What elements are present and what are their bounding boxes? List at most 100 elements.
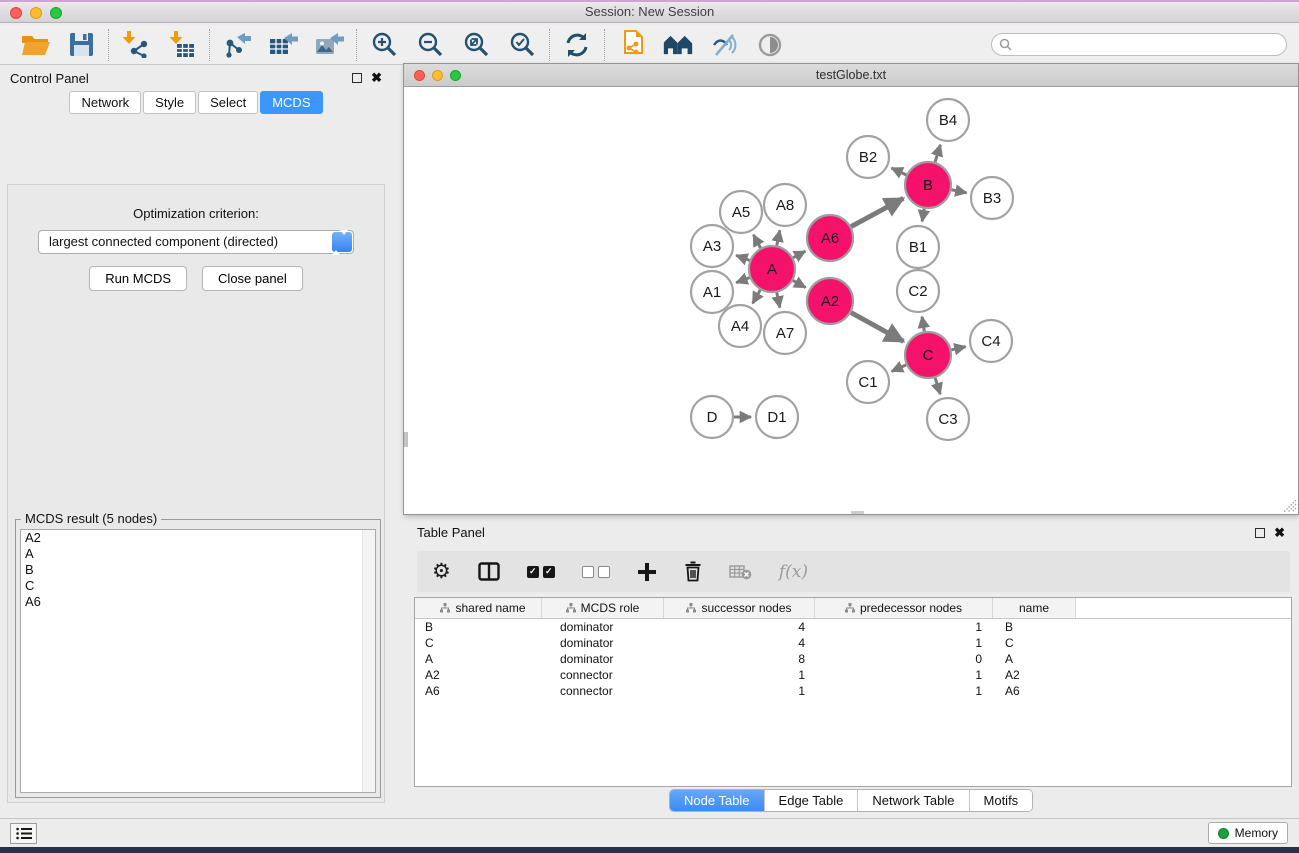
search-box[interactable] — [991, 33, 1287, 56]
graph-edge-B-B3[interactable] — [952, 190, 967, 193]
maximize-view-button[interactable] — [450, 70, 461, 81]
graph-edge-A-A3[interactable] — [736, 255, 749, 260]
close-panel-button[interactable]: Close panel — [202, 266, 303, 291]
tab-style[interactable]: Style — [143, 91, 196, 114]
close-panel-icon[interactable]: ✖ — [1274, 528, 1285, 538]
scrollbar-thumb[interactable] — [851, 511, 864, 514]
scrollbar-thumb[interactable] — [404, 432, 408, 447]
run-mcds-button[interactable]: Run MCDS — [89, 266, 187, 291]
graph-edge-A-A8[interactable] — [777, 230, 780, 245]
graph-edge-C-C2[interactable] — [922, 317, 924, 332]
minimize-view-button[interactable] — [432, 70, 443, 81]
graph-edge-C-C4[interactable] — [951, 347, 965, 350]
column-header-name[interactable]: name — [993, 598, 1076, 618]
resize-grip-icon[interactable] — [1284, 500, 1297, 513]
graph-edge-C-C1[interactable] — [892, 365, 906, 371]
graph-edge-A2-C[interactable] — [851, 313, 903, 342]
network-canvas[interactable]: B4B2BB3A5A8A6B1A3AC2A1A2A4A7C4CC1DD1C3 — [404, 88, 1298, 514]
graph-edge-B-B2[interactable] — [892, 168, 907, 175]
task-history-button[interactable] — [10, 823, 37, 844]
table-row[interactable]: A6connector 11 A6 — [415, 683, 1291, 699]
list-item[interactable]: A6 — [21, 594, 375, 610]
scrollbar-track[interactable] — [362, 530, 375, 792]
column-header-mcds-role[interactable]: MCDS role — [542, 598, 664, 618]
create-column-plus-icon[interactable] — [637, 559, 657, 585]
zoom-selected-icon[interactable] — [507, 31, 537, 59]
home-icon[interactable] — [663, 31, 693, 59]
table-row[interactable]: Cdominator 41 C — [415, 635, 1291, 651]
graph-node-label-C4: C4 — [981, 333, 1000, 350]
import-table-icon[interactable] — [167, 31, 197, 59]
graph-edge-C-C3[interactable] — [935, 378, 940, 394]
graph-node-label-B4: B4 — [939, 112, 957, 129]
table-toolbar: ⚙ ✓✓ f(x) — [417, 551, 1290, 592]
cybrowser-icon[interactable] — [617, 31, 647, 59]
show-columns-icon[interactable] — [478, 559, 500, 585]
tab-node-table[interactable]: Node Table — [670, 790, 765, 811]
tab-motifs[interactable]: Motifs — [970, 790, 1033, 811]
delete-column-trash-icon[interactable] — [684, 559, 702, 585]
minimize-window-button[interactable] — [30, 7, 42, 19]
list-item[interactable]: C — [21, 578, 375, 594]
import-network-icon[interactable] — [121, 31, 151, 59]
table-options-gear-icon[interactable]: ⚙ — [432, 559, 451, 585]
column-header-successor-nodes[interactable]: successor nodes — [664, 598, 815, 618]
graph-edge-B-B4[interactable] — [935, 145, 940, 162]
graph-edge-A-A6[interactable] — [793, 251, 805, 257]
birdseye-icon[interactable] — [755, 31, 785, 59]
column-header-shared-name[interactable]: shared name — [415, 598, 542, 618]
column-type-icon — [440, 603, 450, 613]
list-item[interactable]: A2 — [21, 530, 375, 546]
zoom-in-icon[interactable] — [369, 31, 399, 59]
table-row[interactable]: A2connector 11 A2 — [415, 667, 1291, 683]
export-network-icon[interactable] — [222, 31, 252, 59]
list-item[interactable]: B — [21, 562, 375, 578]
delete-table-icon — [729, 559, 752, 585]
zoom-fit-icon[interactable] — [461, 31, 491, 59]
mcds-result-list[interactable]: A2 A B C A6 — [20, 529, 376, 793]
hide-panels-icon[interactable] — [709, 31, 739, 59]
float-panel-icon[interactable] — [352, 73, 362, 83]
open-session-icon[interactable] — [20, 31, 50, 59]
table-row[interactable]: Adominator 80 A — [415, 651, 1291, 667]
column-header-predecessor-nodes[interactable]: predecessor nodes — [815, 598, 993, 618]
graph-edge-B-B1[interactable] — [922, 209, 924, 222]
graph-edge-A-A7[interactable] — [777, 293, 780, 308]
network-graph: B4B2BB3A5A8A6B1A3AC2A1A2A4A7C4CC1DD1C3 — [404, 88, 1298, 515]
export-table-icon[interactable] — [268, 31, 298, 59]
unselect-all-columns-icon[interactable] — [582, 559, 610, 585]
memory-button[interactable]: Memory — [1208, 822, 1288, 844]
table-panel: Table Panel ✖ ⚙ ✓✓ f(x) sha — [403, 520, 1299, 818]
graph-edge-A6-B[interactable] — [851, 198, 903, 226]
search-icon — [999, 38, 1012, 51]
criterion-select[interactable]: largest connected component (directed) — [38, 230, 354, 254]
node-table[interactable]: shared name MCDS role successor nodes pr… — [414, 597, 1292, 787]
save-session-icon[interactable] — [66, 31, 96, 59]
tab-network-table[interactable]: Network Table — [858, 790, 969, 811]
zoom-out-icon[interactable] — [415, 31, 445, 59]
float-panel-icon[interactable] — [1255, 528, 1265, 538]
maximize-window-button[interactable] — [50, 7, 62, 19]
close-view-button[interactable] — [414, 70, 425, 81]
select-all-columns-icon[interactable]: ✓✓ — [527, 559, 555, 585]
graph-edge-A-A1[interactable] — [736, 278, 749, 283]
export-image-icon[interactable] — [314, 31, 344, 59]
table-row[interactable]: Bdominator 41 B — [415, 619, 1291, 635]
tab-select[interactable]: Select — [198, 91, 258, 114]
graph-node-label-B2: B2 — [859, 149, 877, 166]
network-window-titlebar[interactable]: testGlobe.txt — [404, 64, 1298, 87]
refresh-icon[interactable] — [562, 31, 592, 59]
list-item[interactable]: A — [21, 546, 375, 562]
close-panel-icon[interactable]: ✖ — [371, 73, 382, 83]
graph-node-label-A4: A4 — [731, 318, 749, 335]
tab-mcds[interactable]: MCDS — [260, 91, 322, 114]
close-window-button[interactable] — [10, 7, 22, 19]
graph-node-label-A5: A5 — [732, 204, 750, 221]
tab-edge-table[interactable]: Edge Table — [765, 790, 859, 811]
graph-node-label-B1: B1 — [909, 239, 927, 256]
graph-edge-A-A2[interactable] — [793, 281, 805, 288]
search-input[interactable] — [1016, 38, 1279, 52]
graph-edge-A-A5[interactable] — [753, 235, 760, 248]
graph-edge-A-A4[interactable] — [753, 290, 761, 303]
tab-network[interactable]: Network — [69, 91, 141, 114]
